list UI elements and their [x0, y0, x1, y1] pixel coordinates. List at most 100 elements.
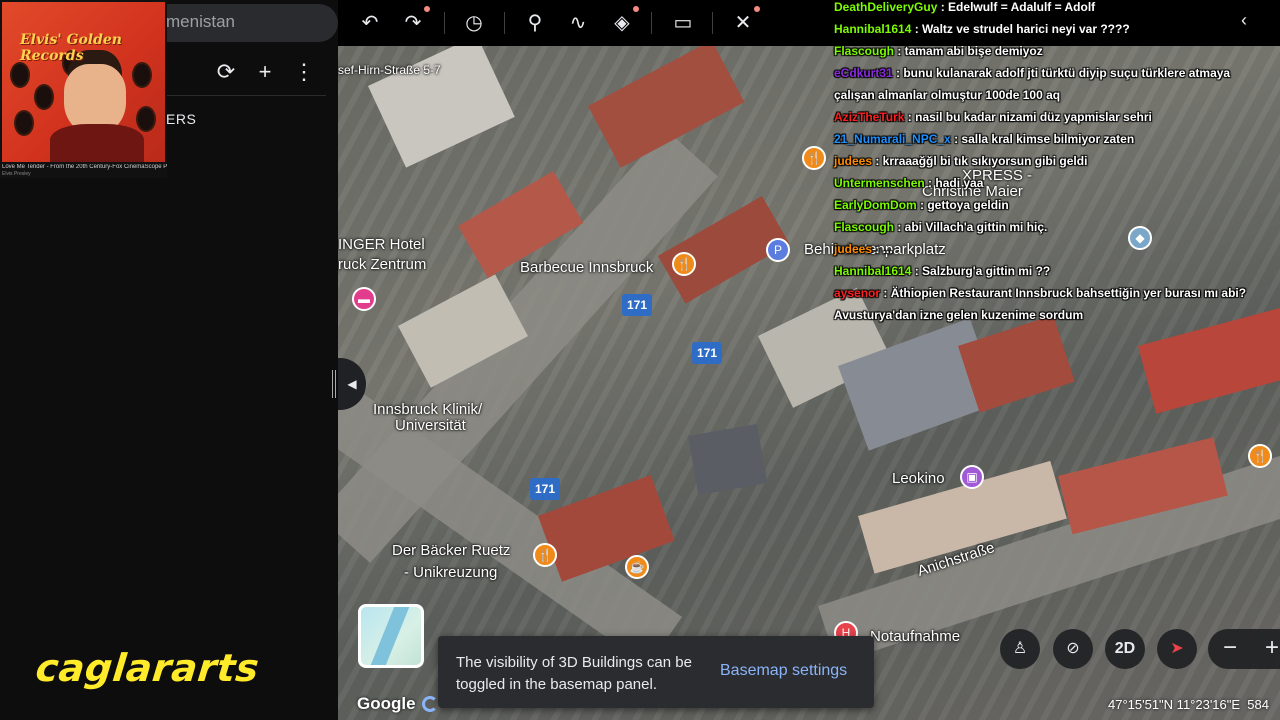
chat-message: eCdkurt31 : bunu kulanarak adolf jti tür… [834, 62, 1264, 106]
search-input[interactable]: menistan [166, 12, 235, 32]
chat-username: 21_Numarali_NPC_x [834, 132, 951, 146]
now-playing-overlay: Elvis' Golden Records Love Me Tender - F… [0, 0, 167, 178]
chat-message: Hannibal1614 : Waltz ve strudel harici n… [834, 18, 1264, 40]
chat-message: judees : ... [834, 238, 1264, 260]
cafe-pin-icon[interactable]: ☕ [625, 555, 649, 579]
divider [444, 12, 445, 34]
compass-icon[interactable]: ➤ [1157, 629, 1197, 669]
restaurant-pin-icon[interactable]: 🍴 [1248, 444, 1272, 468]
zoom-in-button[interactable]: + [1252, 629, 1280, 669]
chat-username: Untermenschen [834, 176, 925, 190]
zoom-control: − + [1208, 629, 1280, 669]
chat-message: Flascough : abi Villach'a gittin mi hiç. [834, 216, 1264, 238]
poi-label-hotel-2: ruck Zentrum [338, 256, 427, 273]
basemap-settings-link[interactable]: Basemap settings [720, 662, 847, 680]
badge-dot [633, 6, 639, 12]
chat-text: : hadi yaa [924, 176, 984, 190]
chat-message: Untermenschen : hadi yaa [834, 172, 1264, 194]
chat-username: aysenor [834, 286, 881, 300]
2d-toggle-button[interactable]: 2D [1105, 629, 1145, 669]
record-shape [132, 62, 152, 88]
chat-text: : Edelwulf = Adalulf = Adolf [937, 0, 1096, 14]
loading-spinner-icon [422, 696, 438, 712]
more-vert-icon[interactable]: ⋮ [290, 58, 318, 86]
street-label: sef-Hirn-Straße 5-7 [338, 63, 441, 77]
layers-icon[interactable]: ◈ [607, 6, 639, 38]
altitude-text: 584 [1247, 697, 1269, 712]
portrait-suit [50, 124, 144, 162]
history-icon[interactable]: ◷ [459, 8, 489, 38]
divider [504, 12, 505, 34]
poi-label-klinik[interactable]: Innsbruck Klinik/ [373, 401, 482, 418]
chat-username: Hannibal1614 [834, 22, 912, 36]
chat-text: : Salzburg'a gittin mi ?? [911, 264, 1051, 278]
undo-icon[interactable]: ↶ [355, 8, 385, 38]
chat-message: AzizTheTurk : nasil bu kadar nizami düz … [834, 106, 1264, 128]
cinema-pin-icon[interactable]: ▣ [960, 465, 984, 489]
route-shield: 171 [530, 478, 560, 500]
chat-username: Flascough [834, 220, 895, 234]
place-pin-icon[interactable]: ⚲ [520, 8, 550, 38]
chat-text: : ... [872, 242, 893, 256]
chat-username: Hannibal1614 [834, 264, 912, 278]
chat-text: : Äthiopien Restaurant Innsbruck bahsett… [834, 286, 1247, 322]
chat-message: DeathDeliveryGuy : Edelwulf = Adalulf = … [834, 0, 1264, 18]
projects-header: ERS [166, 111, 197, 127]
channel-watermark: caglararts [33, 646, 262, 690]
chat-message: judees : krraaağğl bi tık sıkıyorsun gib… [834, 150, 1264, 172]
artist-caption: Elvis Presley [2, 171, 31, 177]
parking-pin-icon[interactable]: P [766, 238, 790, 262]
plus-icon[interactable]: + [251, 58, 279, 86]
record-shape [14, 110, 34, 136]
album-title: Elvis' Golden Records [20, 32, 122, 64]
path-icon[interactable]: ∿ [563, 8, 593, 38]
chat-username: EarlyDomDom [834, 198, 917, 212]
minimap-river [366, 607, 410, 665]
chat-overlay: DeathDeliveryGuy : Edelwulf = Adalulf = … [834, 0, 1264, 326]
chat-username: eCdkurt31 [834, 66, 893, 80]
poi-label-baecker[interactable]: Der Bäcker Ruetz [392, 542, 510, 559]
redo-icon[interactable]: ↷ [398, 6, 430, 38]
toast-message: The visibility of 3D Buildings can be to… [456, 654, 692, 693]
pegman-icon[interactable]: ♙ [1000, 629, 1040, 669]
chat-username: DeathDeliveryGuy [834, 0, 938, 14]
poi-label-leokino[interactable]: Leokino [892, 470, 945, 487]
hotel-pin-icon[interactable]: ▬ [352, 287, 376, 311]
record-shape [10, 62, 30, 88]
badge-dot [424, 6, 430, 12]
chat-text: : tamam abi bişe demiyoz [894, 44, 1043, 58]
coords-text: 47°15'51"N 11°23'16"E [1108, 697, 1241, 712]
panel-resize-handle[interactable] [332, 370, 336, 398]
badge-dot [754, 6, 760, 12]
divider [712, 12, 713, 34]
poi-label-hotel[interactable]: INGER Hotel [338, 236, 425, 253]
refresh-icon[interactable]: ⟳ [212, 58, 240, 86]
settings-tools-icon[interactable]: ✕ [728, 6, 760, 38]
chat-username: AzizTheTurk [834, 110, 905, 124]
chat-text: : nasil bu kadar nizami düz yapmislar se… [904, 110, 1152, 124]
chat-text: : gettoya geldin [916, 198, 1009, 212]
restaurant-pin-icon[interactable]: 🍴 [533, 543, 557, 567]
chat-text: : salla kral kimse bilmiyor zaten [950, 132, 1135, 146]
chat-username: judees [834, 242, 873, 256]
divider [651, 12, 652, 34]
tilt-toggle-icon[interactable]: ⊘ [1053, 629, 1093, 669]
ruler-icon[interactable]: ▭ [668, 8, 698, 38]
screen-root: { "panel": { "search_text": "menistan", … [0, 0, 1280, 720]
poi-label-bbq[interactable]: Barbecue Innsbruck [520, 259, 653, 276]
poi-label-klinik-2: Universität [395, 417, 466, 434]
chat-message: Hannibal1614 : Salzburg'a gittin mi ?? [834, 260, 1264, 282]
toolbar: ↶ ↷ ◷ ⚲ ∿ ◈ ▭ ✕ [338, 0, 838, 46]
zoom-out-button[interactable]: − [1210, 629, 1250, 669]
chat-username: judees [834, 154, 873, 168]
building [688, 423, 768, 496]
record-shape [34, 84, 54, 110]
restaurant-pin-icon[interactable]: 🍴 [802, 146, 826, 170]
chat-text: : Waltz ve strudel harici neyi var ???? [911, 22, 1130, 36]
route-shield: 171 [692, 342, 722, 364]
chat-text: : abi Villach'a gittin mi hiç. [894, 220, 1048, 234]
poi-label-notaufnahme[interactable]: Notaufnahme [870, 628, 960, 645]
record-shape [136, 106, 156, 132]
minimap-toggle[interactable] [358, 604, 424, 668]
restaurant-pin-icon[interactable]: 🍴 [672, 252, 696, 276]
